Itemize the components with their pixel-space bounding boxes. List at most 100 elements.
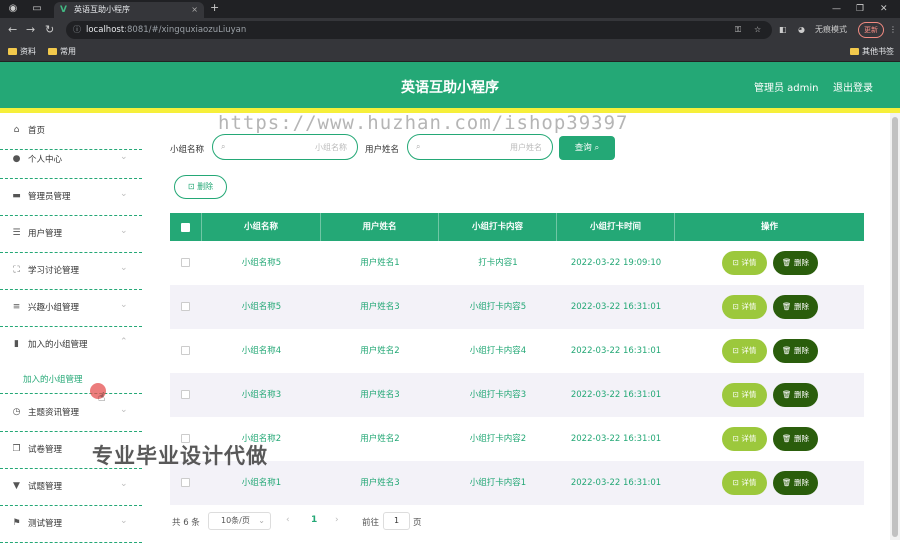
delete-button[interactable]: 🗑 删除 — [773, 339, 818, 363]
site-info-icon[interactable]: ⓘ — [73, 21, 81, 39]
page-number[interactable]: 1 — [311, 515, 317, 525]
page-size-select[interactable]: 10条/页 ⌄ — [208, 512, 271, 530]
sidebar-item-news[interactable]: ◷ 主题资讯管理 ⌄ — [0, 395, 142, 432]
table-row[interactable]: 小组名称2 用户姓名2 小组打卡内容2 2022-03-22 16:31:01 ⊡ 详情… — [170, 417, 864, 461]
detail-button[interactable]: ⊡ 详情 — [722, 295, 767, 319]
user-name-input[interactable]: ⌕ 用户姓名 — [407, 134, 553, 160]
prev-page-icon[interactable]: ‹ — [286, 515, 290, 525]
row-checkbox[interactable] — [181, 302, 190, 311]
table-row[interactable]: 小组名称5 用户姓名3 小组打卡内容5 2022-03-22 16:31:01 ⊡ 详情… — [170, 285, 864, 329]
watermark-text: 专业毕业设计代做 — [92, 444, 268, 468]
restore-icon[interactable]: ❐ — [856, 0, 864, 18]
browser-menu-icon[interactable]: ◉ — [6, 2, 20, 16]
row-checkbox[interactable] — [181, 346, 190, 355]
detail-button[interactable]: ⊡ 详情 — [722, 251, 767, 275]
other-bookmarks[interactable]: 其他书签 — [850, 45, 894, 59]
page-suffix: 页 — [413, 518, 422, 528]
copy-icon: ❐ — [12, 444, 21, 454]
bookmark-folder-changyong[interactable]: 常用 — [48, 45, 76, 59]
delete-button[interactable]: 🗑 删除 — [773, 471, 818, 495]
sidebar-item-profile[interactable]: ● 个人中心 ⌄ — [0, 142, 142, 179]
chevron-down-icon: ⌄ — [120, 479, 128, 489]
delete-button[interactable]: 🗑 删除 — [773, 295, 818, 319]
chevron-up-icon: ⌃ — [120, 337, 128, 347]
goto-page-input[interactable]: 1 — [383, 512, 410, 530]
sidebar-item-label: 学习讨论管理 — [28, 266, 80, 276]
table-row[interactable]: 小组名称4 用户姓名2 小组打卡内容4 2022-03-22 16:31:01 ⊡ 详情… — [170, 329, 864, 373]
sidebar: ⌂ 首页 ● 个人中心 ⌄ ▬ 管理员管理 ⌄ ☰ 用户管理 ⌄ ⛶ 学习讨论管… — [0, 113, 142, 543]
incognito-icon[interactable]: ◕ — [798, 22, 805, 38]
close-tab-icon[interactable]: × — [191, 2, 198, 18]
detail-button[interactable]: ⊡ 详情 — [722, 339, 767, 363]
incognito-label: 无痕模式 — [815, 25, 847, 34]
reload-icon[interactable]: ↻ — [45, 23, 54, 37]
sidebar-item-questions[interactable]: ▼ 试题管理 ⌄ — [0, 469, 142, 506]
sidebar-item-discussions[interactable]: ⛶ 学习讨论管理 ⌄ — [0, 253, 142, 290]
update-button[interactable]: 更新 — [858, 22, 884, 38]
trophy-icon: ▼ — [13, 481, 20, 491]
side-panel-icon[interactable]: ◧ — [779, 22, 787, 38]
bookmark-folder-ziliao[interactable]: 资料 — [8, 45, 36, 59]
header-user-name[interactable]: 用户姓名 — [321, 213, 439, 241]
cell-checkin-content: 小组打卡内容3 — [469, 390, 527, 400]
select-all-checkbox[interactable] — [181, 223, 190, 232]
chevron-down-icon: ⌄ — [258, 516, 265, 525]
detail-button[interactable]: ⊡ 详情 — [722, 383, 767, 407]
sidebar-item-label: 试题管理 — [28, 482, 63, 492]
chevron-down-icon: ⌄ — [120, 263, 128, 273]
address-bar[interactable]: ⓘ localhost:8081/#/xingquxiaozuLiuyan — [66, 21, 772, 39]
sidebar-item-admins[interactable]: ▬ 管理员管理 ⌄ — [0, 179, 142, 216]
logout-link[interactable]: 退出登录 — [833, 79, 873, 94]
list-icon: ☰ — [12, 228, 21, 238]
key-icon[interactable]: ⚿ — [735, 22, 741, 38]
detail-button[interactable]: ⊡ 详情 — [722, 471, 767, 495]
row-checkbox[interactable] — [181, 390, 190, 399]
header-checkin-content[interactable]: 小组打卡内容 — [439, 213, 557, 241]
bookmark-star-icon[interactable]: ☆ — [754, 22, 761, 38]
scrollbar-thumb[interactable] — [892, 117, 898, 537]
url-host: localhost — [86, 25, 125, 35]
row-checkbox[interactable] — [181, 478, 190, 487]
cell-checkin-time: 2022-03-22 16:31:01 — [570, 390, 662, 400]
header-checkin-time[interactable]: 小组打卡时间 — [557, 213, 675, 241]
browser-tab[interactable]: V 英语互助小程序 × — [54, 2, 204, 18]
flag-icon: ⚑ — [12, 518, 21, 528]
new-tab-icon[interactable]: + — [210, 1, 219, 14]
group-name-label: 小组名称 — [170, 145, 205, 155]
cell-user-name: 用户姓名3 — [360, 478, 400, 488]
frame-icon: ⛶ — [13, 265, 20, 275]
table-row[interactable]: 小组名称1 用户姓名3 小组打卡内容1 2022-03-22 16:31:01 ⊡ 详情… — [170, 461, 864, 505]
detail-button[interactable]: ⊡ 详情 — [722, 427, 767, 451]
back-icon[interactable]: ← — [8, 23, 17, 37]
cell-checkin-content: 小组打卡内容4 — [469, 346, 527, 356]
group-name-input[interactable]: ⌕ 小组名称 — [212, 134, 358, 160]
sidebar-item-tests[interactable]: ⚑ 测试管理 ⌄ — [0, 506, 142, 543]
row-checkbox[interactable] — [181, 258, 190, 267]
page-scrollbar[interactable] — [890, 113, 900, 540]
minimize-icon[interactable]: — — [832, 0, 841, 18]
chrome-menu-icon[interactable]: ⋮ — [889, 22, 897, 38]
chevron-down-icon: ⌄ — [120, 516, 128, 526]
next-page-icon[interactable]: › — [335, 515, 339, 525]
window-close-icon[interactable]: ✕ — [880, 0, 888, 18]
query-button[interactable]: 查询 ⌕ — [559, 136, 615, 160]
sidebar-item-users[interactable]: ☰ 用户管理 ⌄ — [0, 216, 142, 253]
tab-search-icon[interactable]: ▭ — [30, 2, 44, 16]
url-path: :8081/#/xingquxiaozuLiuyan — [124, 25, 247, 35]
table-row[interactable]: 小组名称3 用户姓名3 小组打卡内容3 2022-03-22 16:31:01 ⊡ 详情… — [170, 373, 864, 417]
sidebar-item-label: 个人中心 — [28, 155, 63, 165]
batch-delete-button[interactable]: ⊡ 删除 — [174, 175, 227, 199]
delete-button[interactable]: 🗑 删除 — [773, 427, 818, 451]
sidebar-item-label: 主题资讯管理 — [28, 408, 80, 418]
sidebar-item-interest-groups[interactable]: ≡ 兴趣小组管理 ⌄ — [0, 290, 142, 327]
delete-button[interactable]: 🗑 删除 — [773, 383, 818, 407]
delete-button[interactable]: 🗑 删除 — [773, 251, 818, 275]
table-row[interactable]: 小组名称5 用户姓名1 打卡内容1 2022-03-22 19:09:10 ⊡ 详情 🗑 … — [170, 241, 864, 285]
forward-icon[interactable]: → — [26, 23, 35, 37]
chart-icon: ▮ — [14, 339, 19, 349]
sidebar-subitem-joined-groups[interactable]: 加入的小组管理 — [0, 364, 142, 394]
header-group-name[interactable]: 小组名称 — [202, 213, 321, 241]
menu-icon: ≡ — [12, 302, 21, 312]
app-header: 英语互助小程序 管理员 admin 退出登录 — [0, 62, 900, 108]
sidebar-item-joined-groups[interactable]: ▮ 加入的小组管理 ⌃ — [0, 327, 142, 364]
